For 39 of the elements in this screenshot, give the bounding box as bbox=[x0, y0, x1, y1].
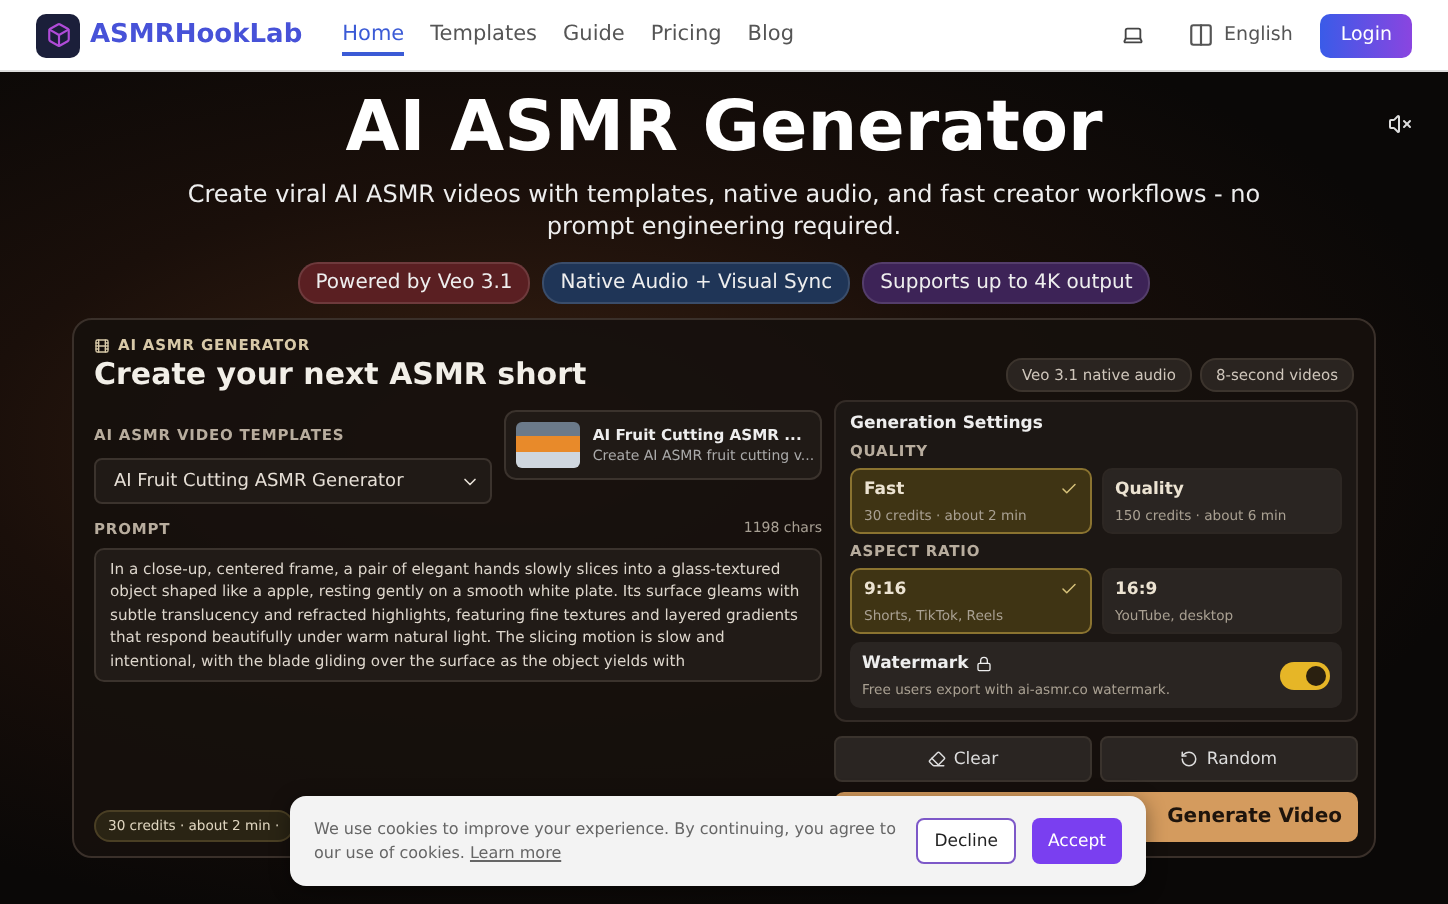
laptop-icon[interactable] bbox=[1122, 24, 1145, 46]
learn-more-link[interactable]: Learn more bbox=[469, 843, 562, 861]
feature-badge: Native Audio + Visual Sync bbox=[542, 262, 851, 304]
language-switcher[interactable]: English bbox=[1188, 22, 1293, 48]
card-heading: Create your next ASMR short bbox=[94, 356, 587, 392]
template-select[interactable]: AI Fruit Cutting ASMR Generator bbox=[94, 458, 492, 504]
option-title: 9:16 bbox=[864, 580, 907, 600]
option-title: Quality bbox=[1115, 480, 1184, 500]
mute-icon[interactable] bbox=[1388, 112, 1412, 136]
hero-subtitle: Create viral AI ASMR videos with templates, native audio, and fast creator workflows - no prompt engineering required. bbox=[185, 178, 1263, 242]
option-title: 16:9 bbox=[1115, 580, 1158, 600]
settings-title: Generation Settings bbox=[850, 414, 1045, 434]
nav-link[interactable]: Pricing bbox=[650, 15, 722, 55]
watermark-toggle[interactable] bbox=[1280, 661, 1330, 689]
check-icon bbox=[1059, 480, 1077, 498]
login-button[interactable]: Login bbox=[1320, 13, 1412, 57]
cookie-message: We use cookies to improve your experience. By continuing, you agree to our use of cookies. Learn more bbox=[314, 818, 898, 864]
option-title: Fast bbox=[864, 480, 905, 500]
rotate-icon bbox=[1180, 750, 1199, 768]
film-icon bbox=[94, 337, 110, 353]
nav-link[interactable]: Templates bbox=[430, 15, 538, 55]
feature-badge: Powered by Veo 3.1 bbox=[297, 262, 531, 304]
accept-button[interactable]: Accept bbox=[1032, 818, 1122, 864]
check-icon bbox=[1059, 580, 1077, 598]
thumbnail-placeholder bbox=[516, 422, 581, 468]
brand-name[interactable]: ASMRHookLab bbox=[90, 20, 303, 50]
nav-link[interactable]: Home bbox=[342, 15, 405, 55]
clear-button[interactable]: Clear bbox=[834, 736, 1092, 782]
lock-icon bbox=[976, 655, 993, 671]
cube-logo-icon bbox=[36, 13, 80, 57]
nav-link[interactable]: Blog bbox=[747, 15, 794, 55]
feature-badge: Supports up to 4K output bbox=[862, 262, 1151, 304]
columns-icon bbox=[1188, 22, 1215, 48]
nav-link[interactable]: Guide bbox=[563, 15, 625, 55]
hero-title: AI ASMR Generator bbox=[345, 86, 1103, 170]
watermark-title: Watermark bbox=[862, 653, 1171, 673]
decline-button[interactable]: Decline bbox=[916, 818, 1017, 864]
random-button[interactable]: Random bbox=[1100, 736, 1358, 782]
eraser-icon bbox=[927, 750, 946, 768]
